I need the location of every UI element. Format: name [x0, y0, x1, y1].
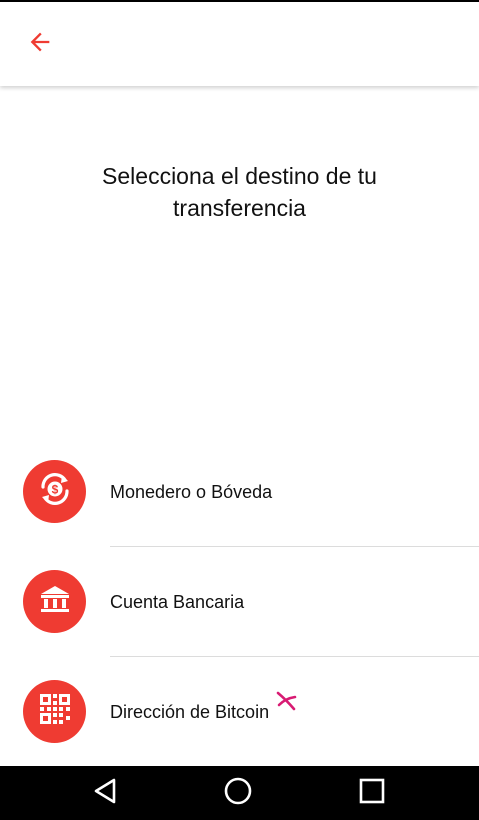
dollar-exchange-icon: $ [35, 469, 75, 514]
system-recents-button[interactable] [354, 775, 390, 811]
square-recents-icon [357, 776, 387, 811]
option-label: Monedero o Bóveda [110, 482, 273, 502]
option-bank-account[interactable]: Cuenta Bancaria [0, 547, 479, 657]
system-nav-bar [0, 766, 479, 820]
system-home-button[interactable] [220, 775, 256, 811]
bank-icon [36, 580, 74, 623]
system-back-button[interactable] [88, 775, 124, 811]
option-icon-circle [23, 680, 86, 743]
option-label: Cuenta Bancaria [110, 592, 245, 612]
qr-code-icon [36, 690, 74, 733]
option-bitcoin-address[interactable]: Dirección de Bitcoin [0, 657, 479, 767]
option-wallet-vault[interactable]: $ Monedero o Bóveda [0, 437, 479, 547]
screen: Selecciona el destino de tu transferenci… [0, 0, 479, 820]
sparkle-icon [275, 689, 297, 716]
triangle-back-icon [91, 776, 121, 811]
arrow-left-icon [26, 28, 54, 61]
circle-home-icon [223, 776, 253, 811]
app-bar [0, 2, 479, 86]
destination-list: $ Monedero o Bóveda Cuenta Bancaria Dire… [0, 437, 479, 767]
option-icon-circle: $ [23, 460, 86, 523]
option-icon-circle [23, 570, 86, 633]
back-button[interactable] [20, 24, 60, 64]
option-label-text: Dirección de Bitcoin [110, 702, 270, 722]
option-label: Dirección de Bitcoin [110, 691, 297, 723]
svg-text:$: $ [51, 483, 58, 497]
page-title: Selecciona el destino de tu transferenci… [102, 163, 377, 221]
